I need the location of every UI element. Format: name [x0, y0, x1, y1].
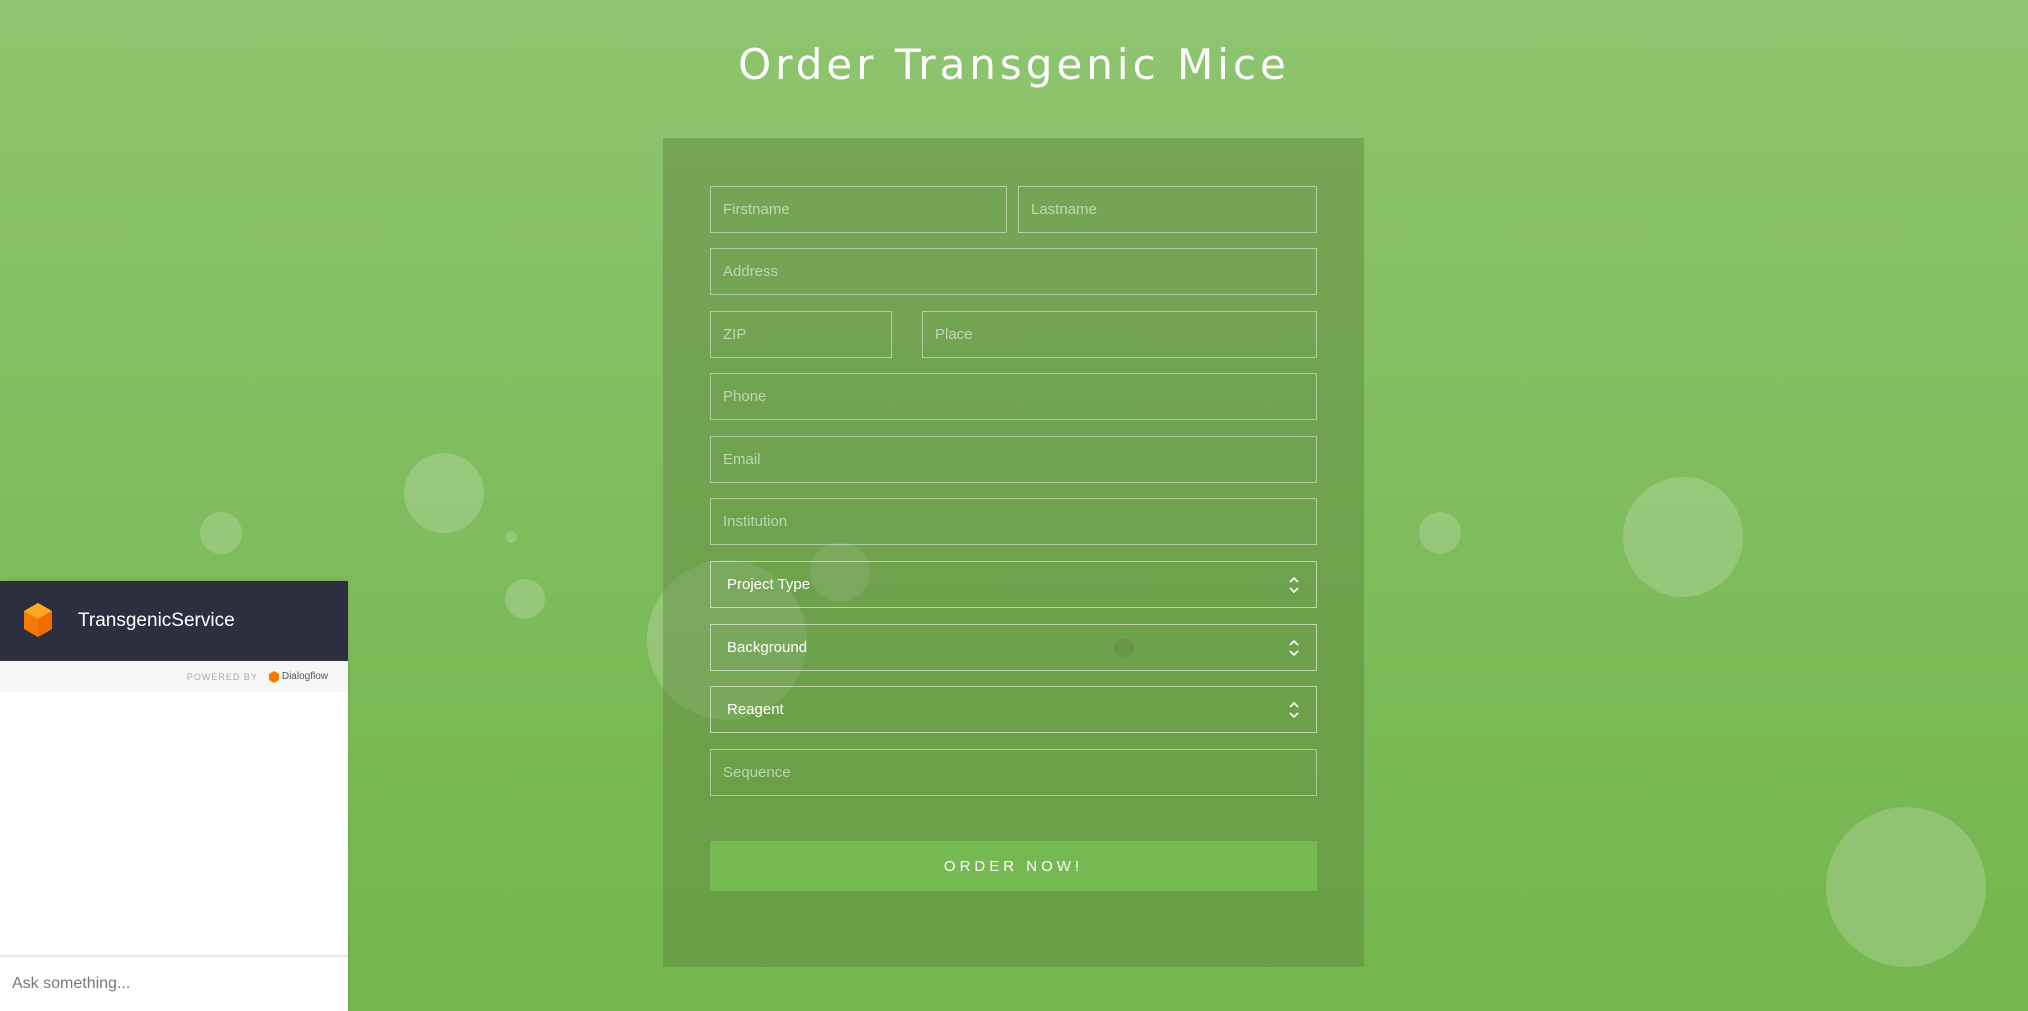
reagent-select[interactable]: Reagent	[710, 686, 1317, 733]
zip-input[interactable]	[710, 311, 892, 358]
decorative-bubble	[1623, 477, 1743, 597]
institution-input[interactable]	[710, 498, 1317, 545]
chevron-up-down-icon	[1289, 576, 1299, 593]
dialogflow-logo-icon	[268, 670, 279, 683]
firstname-input[interactable]	[710, 186, 1007, 233]
decorative-bubble	[1419, 512, 1461, 554]
order-now-button[interactable]: ORDER NOW!	[710, 841, 1317, 891]
chat-input[interactable]	[0, 974, 344, 994]
background-label: Background	[727, 639, 808, 656]
dialogflow-logo-icon	[24, 603, 52, 637]
project-type-select[interactable]: Project Type	[710, 561, 1317, 608]
chat-widget: TransgenicService POWERED BY Dialogflow	[0, 581, 348, 1011]
chat-title: TransgenicService	[78, 610, 235, 631]
powered-by-bar: POWERED BY Dialogflow	[0, 661, 348, 692]
reagent-label: Reagent	[727, 701, 784, 718]
chat-header: TransgenicService	[0, 581, 348, 661]
powered-by-label: POWERED BY	[186, 671, 258, 682]
chevron-up-down-icon	[1289, 701, 1299, 718]
order-form: Project Type Background Reagent ORDER NO…	[663, 138, 1364, 967]
chat-input-bar	[0, 955, 348, 1011]
provider-name: Dialogflow	[281, 671, 328, 682]
background-select[interactable]: Background	[710, 624, 1317, 671]
chat-messages	[0, 692, 348, 955]
place-input[interactable]	[922, 311, 1317, 358]
decorative-bubble	[200, 512, 242, 554]
lastname-input[interactable]	[1018, 186, 1317, 233]
chevron-up-down-icon	[1289, 639, 1299, 656]
email-input[interactable]	[710, 436, 1317, 483]
decorative-bubble	[505, 531, 517, 543]
decorative-bubble	[404, 453, 484, 533]
phone-input[interactable]	[710, 373, 1317, 420]
page-title: Order Transgenic Mice	[738, 40, 1290, 89]
decorative-bubble	[1826, 807, 1986, 967]
project-type-label: Project Type	[727, 576, 811, 593]
address-input[interactable]	[710, 248, 1317, 295]
sequence-input[interactable]	[710, 749, 1317, 796]
decorative-bubble	[505, 579, 545, 619]
